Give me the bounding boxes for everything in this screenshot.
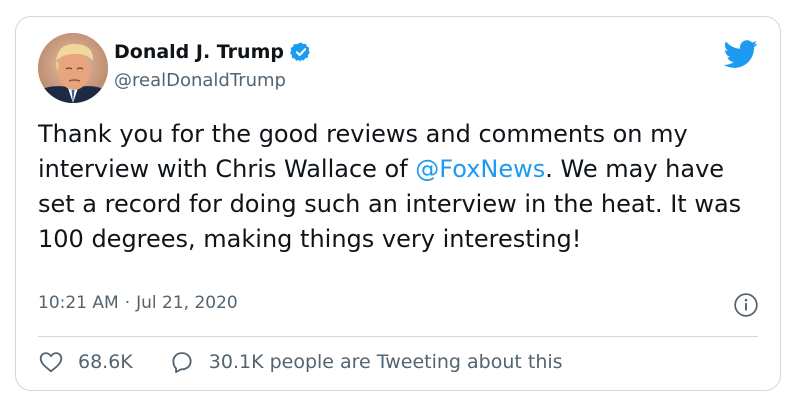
tweet-time: 10:21 AM: [38, 293, 119, 313]
tweet-date: Jul 21, 2020: [136, 293, 238, 313]
divider: [38, 336, 758, 337]
tweet-card[interactable]: Donald J. Trump @realDonaldTrump Thank y…: [15, 16, 781, 391]
meta-separator: ·: [124, 293, 131, 313]
comment-bubble-icon: [172, 352, 192, 373]
heart-icon: [39, 352, 63, 373]
tweet-timestamp[interactable]: 10:21 AM · Jul 21, 2020: [38, 293, 238, 313]
like-button[interactable]: 68.6K: [38, 349, 133, 375]
like-count: 68.6K: [78, 351, 133, 373]
verified-badge-icon: [290, 41, 312, 63]
mention-link[interactable]: @FoxNews: [415, 155, 545, 183]
reply-count-text: 30.1K people are Tweeting about this: [208, 351, 563, 373]
display-name[interactable]: Donald J. Trump: [114, 41, 284, 63]
author-row[interactable]: Donald J. Trump: [114, 41, 312, 63]
tweet-text: Thank you for the good reviews and comme…: [38, 117, 766, 257]
reply-button[interactable]: 30.1K people are Tweeting about this: [169, 349, 563, 375]
tweet-actions: 68.6K 30.1K people are Tweeting about th…: [38, 349, 563, 375]
avatar-image: [38, 33, 108, 103]
info-icon[interactable]: [733, 292, 759, 318]
author-handle[interactable]: @realDonaldTrump: [114, 70, 286, 91]
avatar[interactable]: [38, 33, 108, 103]
twitter-bird-icon[interactable]: [723, 37, 758, 71]
